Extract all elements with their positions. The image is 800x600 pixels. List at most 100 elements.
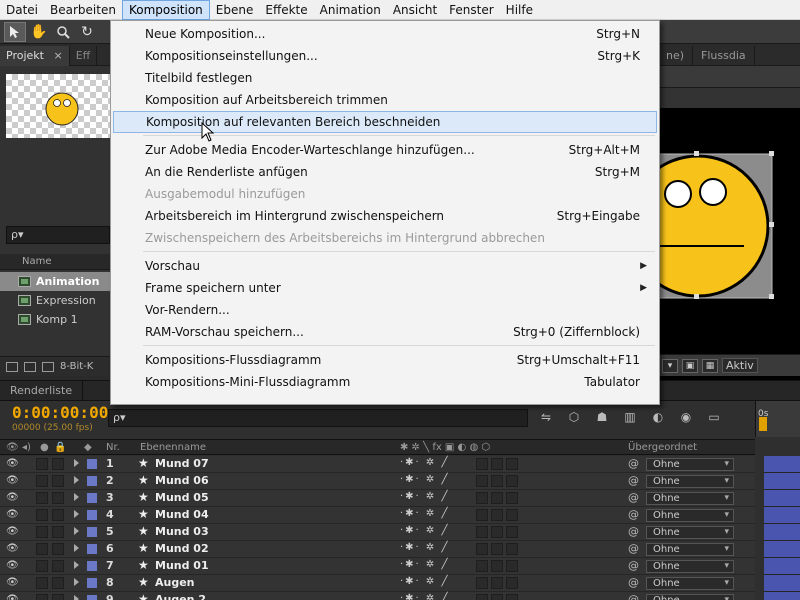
expand-triangle-icon[interactable] [74,476,79,484]
parent-select[interactable]: Ohne [646,560,734,573]
switch-box[interactable] [506,543,518,555]
expand-triangle-icon[interactable] [74,544,79,552]
eye-icon[interactable]: 👁 [6,543,20,554]
eye-icon[interactable]: 👁 [6,594,20,600]
graph-editor-icon[interactable]: ◉ [676,407,696,427]
switch-box[interactable] [506,509,518,521]
switch-box[interactable] [476,492,488,504]
expand-triangle-icon[interactable] [74,510,79,518]
tab-composition[interactable]: ne) [658,45,694,66]
dropdown-arrow-icon[interactable]: ▾ [662,358,678,373]
switch-box[interactable] [476,509,488,521]
parent-select[interactable]: Ohne [646,509,734,522]
lock-box[interactable] [52,509,64,521]
label-tag-icon[interactable]: ◆ [84,442,92,453]
label-color-swatch[interactable] [87,544,97,554]
layer-row[interactable]: 👁 1 ★ Mund 07 ·✱· ✲ ╱ @ Ohne [0,456,755,473]
pickwhip-icon[interactable]: @ [628,542,639,555]
layer-name[interactable]: Mund 01 [155,559,209,572]
new-composition-icon[interactable] [42,361,54,372]
layer-name[interactable]: Mund 06 [155,474,209,487]
switch-box[interactable] [491,458,503,470]
menu-datei[interactable]: Datei [0,0,44,20]
lock-box[interactable] [52,492,64,504]
motion-blur-icon[interactable]: ◐ [648,407,668,427]
project-item-animation[interactable]: Animation [0,272,112,291]
switch-box[interactable] [506,458,518,470]
eye-icon[interactable]: 👁 [6,509,20,520]
layer-row[interactable]: 👁 2 ★ Mund 06 ·✱· ✲ ╱ @ Ohne [0,473,755,490]
switch-box[interactable] [476,560,488,572]
region-of-interest-icon[interactable]: ▣ [682,358,698,373]
tab-flowchart[interactable]: Flussdia [693,45,755,66]
parent-select[interactable]: Ohne [646,543,734,556]
layer-switches-icon[interactable]: ·✱· ✲ ╱ [400,457,450,468]
layer-duration-bar[interactable] [764,456,800,473]
pickwhip-icon[interactable]: @ [628,474,639,487]
rotate-tool-icon[interactable]: ↻ [76,22,98,42]
menu-effekte[interactable]: Effekte [259,0,313,20]
layer-row[interactable]: 👁 7 ★ Mund 01 ·✱· ✲ ╱ @ Ohne [0,558,755,575]
layer-duration-bar[interactable] [764,473,800,490]
switch-box[interactable] [491,543,503,555]
menu-bearbeiten[interactable]: Bearbeiten [44,0,122,20]
label-color-swatch[interactable] [87,527,97,537]
switch-box[interactable] [491,594,503,600]
parent-select[interactable]: Ohne [646,594,734,600]
menu-item[interactable]: Arbeitsbereich im Hintergrund zwischensp… [113,205,657,227]
layer-name[interactable]: Mund 02 [155,542,209,555]
switch-box[interactable] [491,577,503,589]
layer-row[interactable]: 👁 5 ★ Mund 03 ·✱· ✲ ╱ @ Ohne [0,524,755,541]
layer-name[interactable]: Mund 07 [155,457,209,470]
switch-box[interactable] [491,560,503,572]
layer-name[interactable]: Mund 03 [155,525,209,538]
pickwhip-icon[interactable]: @ [628,559,639,572]
timeline-search-input[interactable]: ρ▾ [108,409,528,427]
tab-close-icon[interactable]: × [53,49,62,62]
parent-select[interactable]: Ohne [646,526,734,539]
menu-item[interactable]: Frame speichern unter ▶ [113,277,657,299]
expand-triangle-icon[interactable] [74,561,79,569]
label-color-swatch[interactable] [87,578,97,588]
menu-item[interactable]: Kompositions-Flussdiagramm Strg+Umschalt+… [113,349,657,371]
menu-fenster[interactable]: Fenster [443,0,500,20]
lock-box[interactable] [52,475,64,487]
label-color-swatch[interactable] [87,595,97,600]
label-color-swatch[interactable] [87,510,97,520]
layer-row[interactable]: 👁 4 ★ Mund 04 ·✱· ✲ ╱ @ Ohne [0,507,755,524]
expand-triangle-icon[interactable] [74,527,79,535]
solo-box[interactable] [36,577,48,589]
comp-miniflowchart-icon[interactable]: ⇋ [536,407,556,427]
menu-hilfe[interactable]: Hilfe [500,0,539,20]
layer-switches-icon[interactable]: ·✱· ✲ ╱ [400,491,450,502]
menu-item[interactable]: Neue Komposition... Strg+N [113,23,657,45]
menu-item[interactable]: Komposition auf Arbeitsbereich trimmen [113,89,657,111]
menu-item[interactable]: RAM-Vorschau speichern... Strg+0 (Ziffern… [113,321,657,343]
layer-switches-icon[interactable]: ·✱· ✲ ╱ [400,593,450,600]
layer-name[interactable]: Augen [155,576,195,589]
eye-icon[interactable]: 👁 [6,475,20,486]
solo-icon[interactable]: ● [40,442,49,453]
layer-duration-bar[interactable] [764,592,800,600]
zoom-tool-icon[interactable] [52,22,74,42]
switch-box[interactable] [491,475,503,487]
pickwhip-icon[interactable]: @ [628,457,639,470]
switch-box[interactable] [491,509,503,521]
layer-switches-icon[interactable]: ·✱· ✲ ╱ [400,474,450,485]
interpret-footage-icon[interactable] [6,361,18,372]
layer-switches-icon[interactable]: ·✱· ✲ ╱ [400,559,450,570]
project-search-input[interactable]: ρ▾ [6,226,110,244]
pickwhip-icon[interactable]: @ [628,491,639,504]
lock-box[interactable] [52,560,64,572]
solo-box[interactable] [36,543,48,555]
shy-layers-icon[interactable]: ☗ [592,407,612,427]
pickwhip-icon[interactable]: @ [628,525,639,538]
menu-item[interactable]: Titelbild festlegen [113,67,657,89]
parent-select[interactable]: Ohne [646,475,734,488]
layer-duration-bar[interactable] [764,541,800,558]
menu-item[interactable]: An die Renderliste anfügen Strg+M [113,161,657,183]
label-color-swatch[interactable] [87,476,97,486]
switch-box[interactable] [491,492,503,504]
menu-ebene[interactable]: Ebene [210,0,260,20]
av-features-eye-icon[interactable]: 👁 [6,442,19,453]
